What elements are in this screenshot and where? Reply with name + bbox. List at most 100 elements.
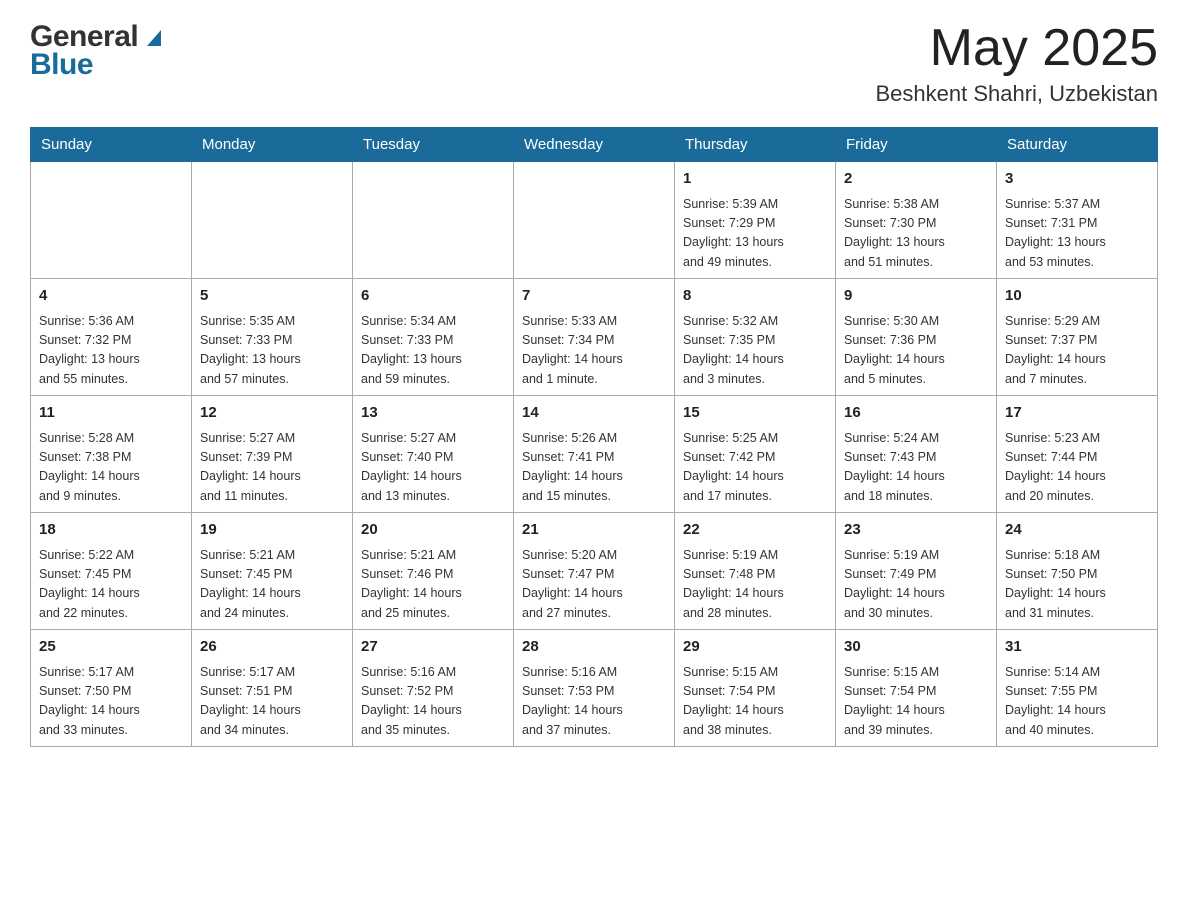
calendar-cell: 9 Sunrise: 5:30 AMSunset: 7:36 PMDaylight… bbox=[836, 279, 997, 396]
calendar-cell: 8 Sunrise: 5:32 AMSunset: 7:35 PMDaylight… bbox=[675, 279, 836, 396]
calendar-cell: 24 Sunrise: 5:18 AMSunset: 7:50 PMDayligh… bbox=[997, 513, 1158, 630]
day-number: 15 bbox=[683, 402, 827, 425]
calendar-cell: 31Sunrise: 5:14 AMSunset: 7:55 PMDayligh… bbox=[997, 630, 1158, 747]
month-year-title: May 2025 bbox=[876, 20, 1159, 77]
day-info: Sunrise: 5:27 AMSunset: 7:39 PMDaylight:… bbox=[200, 429, 344, 507]
day-info: Sunrise: 5:26 AMSunset: 7:41 PMDaylight:… bbox=[522, 429, 666, 507]
day-info: Sunrise: 5:19 AMSunset: 7:49 PMDaylight:… bbox=[844, 546, 988, 624]
calendar-week-3: 11 Sunrise: 5:28 AMSunset: 7:38 PMDayligh… bbox=[31, 396, 1158, 513]
day-info: Sunrise: 5:39 AMSunset: 7:29 PMDaylight:… bbox=[683, 195, 827, 273]
calendar-cell: 7 Sunrise: 5:33 AMSunset: 7:34 PMDaylight… bbox=[514, 279, 675, 396]
calendar-header-monday: Monday bbox=[192, 128, 353, 162]
day-number: 3 bbox=[1005, 168, 1149, 191]
day-number: 11 bbox=[39, 402, 183, 425]
calendar-cell: 15Sunrise: 5:25 AMSunset: 7:42 PMDayligh… bbox=[675, 396, 836, 513]
day-info: Sunrise: 5:35 AMSunset: 7:33 PMDaylight:… bbox=[200, 312, 344, 390]
calendar-cell: 13Sunrise: 5:27 AMSunset: 7:40 PMDayligh… bbox=[353, 396, 514, 513]
calendar-cell: 12 Sunrise: 5:27 AMSunset: 7:39 PMDayligh… bbox=[192, 396, 353, 513]
day-info: Sunrise: 5:15 AMSunset: 7:54 PMDaylight:… bbox=[844, 663, 988, 741]
logo-blue-text: Blue bbox=[30, 48, 93, 82]
day-number: 24 bbox=[1005, 519, 1149, 542]
calendar-header-saturday: Saturday bbox=[997, 128, 1158, 162]
calendar-week-4: 18Sunrise: 5:22 AMSunset: 7:45 PMDayligh… bbox=[31, 513, 1158, 630]
day-number: 8 bbox=[683, 285, 827, 308]
day-number: 2 bbox=[844, 168, 988, 191]
day-info: Sunrise: 5:15 AMSunset: 7:54 PMDaylight:… bbox=[683, 663, 827, 741]
day-info: Sunrise: 5:17 AMSunset: 7:51 PMDaylight:… bbox=[200, 663, 344, 741]
calendar-cell: 14 Sunrise: 5:26 AMSunset: 7:41 PMDayligh… bbox=[514, 396, 675, 513]
location-subtitle: Beshkent Shahri, Uzbekistan bbox=[876, 81, 1159, 107]
day-number: 4 bbox=[39, 285, 183, 308]
day-info: Sunrise: 5:20 AMSunset: 7:47 PMDaylight:… bbox=[522, 546, 666, 624]
calendar-cell: 16 Sunrise: 5:24 AMSunset: 7:43 PMDayligh… bbox=[836, 396, 997, 513]
day-info: Sunrise: 5:18 AMSunset: 7:50 PMDaylight:… bbox=[1005, 546, 1149, 624]
day-info: Sunrise: 5:29 AMSunset: 7:37 PMDaylight:… bbox=[1005, 312, 1149, 390]
day-info: Sunrise: 5:21 AMSunset: 7:46 PMDaylight:… bbox=[361, 546, 505, 624]
calendar-table: SundayMondayTuesdayWednesdayThursdayFrid… bbox=[30, 127, 1158, 747]
day-info: Sunrise: 5:38 AMSunset: 7:30 PMDaylight:… bbox=[844, 195, 988, 273]
day-info: Sunrise: 5:37 AMSunset: 7:31 PMDaylight:… bbox=[1005, 195, 1149, 273]
calendar-header-friday: Friday bbox=[836, 128, 997, 162]
day-info: Sunrise: 5:16 AMSunset: 7:53 PMDaylight:… bbox=[522, 663, 666, 741]
calendar-cell: 20Sunrise: 5:21 AMSunset: 7:46 PMDayligh… bbox=[353, 513, 514, 630]
calendar-week-2: 4 Sunrise: 5:36 AMSunset: 7:32 PMDaylight… bbox=[31, 279, 1158, 396]
day-number: 25 bbox=[39, 636, 183, 659]
logo-triangle-icon bbox=[147, 30, 161, 46]
calendar-cell bbox=[192, 162, 353, 279]
calendar-cell: 28 Sunrise: 5:16 AMSunset: 7:53 PMDayligh… bbox=[514, 630, 675, 747]
day-number: 19 bbox=[200, 519, 344, 542]
calendar-cell bbox=[353, 162, 514, 279]
day-info: Sunrise: 5:28 AMSunset: 7:38 PMDaylight:… bbox=[39, 429, 183, 507]
day-number: 7 bbox=[522, 285, 666, 308]
calendar-cell: 6Sunrise: 5:34 AMSunset: 7:33 PMDaylight… bbox=[353, 279, 514, 396]
calendar-cell bbox=[514, 162, 675, 279]
calendar-cell: 10Sunrise: 5:29 AMSunset: 7:37 PMDayligh… bbox=[997, 279, 1158, 396]
calendar-header-row: SundayMondayTuesdayWednesdayThursdayFrid… bbox=[31, 128, 1158, 162]
calendar-cell: 11 Sunrise: 5:28 AMSunset: 7:38 PMDayligh… bbox=[31, 396, 192, 513]
day-number: 27 bbox=[361, 636, 505, 659]
day-info: Sunrise: 5:22 AMSunset: 7:45 PMDaylight:… bbox=[39, 546, 183, 624]
day-info: Sunrise: 5:32 AMSunset: 7:35 PMDaylight:… bbox=[683, 312, 827, 390]
day-number: 22 bbox=[683, 519, 827, 542]
day-number: 1 bbox=[683, 168, 827, 191]
day-number: 28 bbox=[522, 636, 666, 659]
calendar-header-tuesday: Tuesday bbox=[353, 128, 514, 162]
day-number: 30 bbox=[844, 636, 988, 659]
day-number: 16 bbox=[844, 402, 988, 425]
calendar-cell: 30 Sunrise: 5:15 AMSunset: 7:54 PMDayligh… bbox=[836, 630, 997, 747]
calendar-cell: 1 Sunrise: 5:39 AMSunset: 7:29 PMDaylight… bbox=[675, 162, 836, 279]
calendar-cell: 29 Sunrise: 5:15 AMSunset: 7:54 PMDayligh… bbox=[675, 630, 836, 747]
day-info: Sunrise: 5:21 AMSunset: 7:45 PMDaylight:… bbox=[200, 546, 344, 624]
title-section: May 2025 Beshkent Shahri, Uzbekistan bbox=[876, 20, 1159, 107]
calendar-header-thursday: Thursday bbox=[675, 128, 836, 162]
day-info: Sunrise: 5:19 AMSunset: 7:48 PMDaylight:… bbox=[683, 546, 827, 624]
day-number: 5 bbox=[200, 285, 344, 308]
calendar-week-1: 1 Sunrise: 5:39 AMSunset: 7:29 PMDaylight… bbox=[31, 162, 1158, 279]
day-info: Sunrise: 5:36 AMSunset: 7:32 PMDaylight:… bbox=[39, 312, 183, 390]
day-number: 12 bbox=[200, 402, 344, 425]
day-number: 21 bbox=[522, 519, 666, 542]
calendar-cell: 18Sunrise: 5:22 AMSunset: 7:45 PMDayligh… bbox=[31, 513, 192, 630]
calendar-cell: 26 Sunrise: 5:17 AMSunset: 7:51 PMDayligh… bbox=[192, 630, 353, 747]
day-number: 14 bbox=[522, 402, 666, 425]
calendar-cell: 2 Sunrise: 5:38 AMSunset: 7:30 PMDaylight… bbox=[836, 162, 997, 279]
day-info: Sunrise: 5:16 AMSunset: 7:52 PMDaylight:… bbox=[361, 663, 505, 741]
calendar-cell: 19 Sunrise: 5:21 AMSunset: 7:45 PMDayligh… bbox=[192, 513, 353, 630]
day-number: 29 bbox=[683, 636, 827, 659]
day-info: Sunrise: 5:24 AMSunset: 7:43 PMDaylight:… bbox=[844, 429, 988, 507]
logo: General Blue bbox=[30, 20, 161, 82]
calendar-cell: 21 Sunrise: 5:20 AMSunset: 7:47 PMDayligh… bbox=[514, 513, 675, 630]
calendar-week-5: 25Sunrise: 5:17 AMSunset: 7:50 PMDayligh… bbox=[31, 630, 1158, 747]
day-number: 26 bbox=[200, 636, 344, 659]
day-number: 23 bbox=[844, 519, 988, 542]
calendar-cell: 22 Sunrise: 5:19 AMSunset: 7:48 PMDayligh… bbox=[675, 513, 836, 630]
day-info: Sunrise: 5:14 AMSunset: 7:55 PMDaylight:… bbox=[1005, 663, 1149, 741]
day-info: Sunrise: 5:33 AMSunset: 7:34 PMDaylight:… bbox=[522, 312, 666, 390]
calendar-header-sunday: Sunday bbox=[31, 128, 192, 162]
calendar-cell: 17Sunrise: 5:23 AMSunset: 7:44 PMDayligh… bbox=[997, 396, 1158, 513]
day-number: 17 bbox=[1005, 402, 1149, 425]
day-info: Sunrise: 5:30 AMSunset: 7:36 PMDaylight:… bbox=[844, 312, 988, 390]
calendar-cell: 25Sunrise: 5:17 AMSunset: 7:50 PMDayligh… bbox=[31, 630, 192, 747]
calendar-cell: 27 Sunrise: 5:16 AMSunset: 7:52 PMDayligh… bbox=[353, 630, 514, 747]
day-number: 9 bbox=[844, 285, 988, 308]
